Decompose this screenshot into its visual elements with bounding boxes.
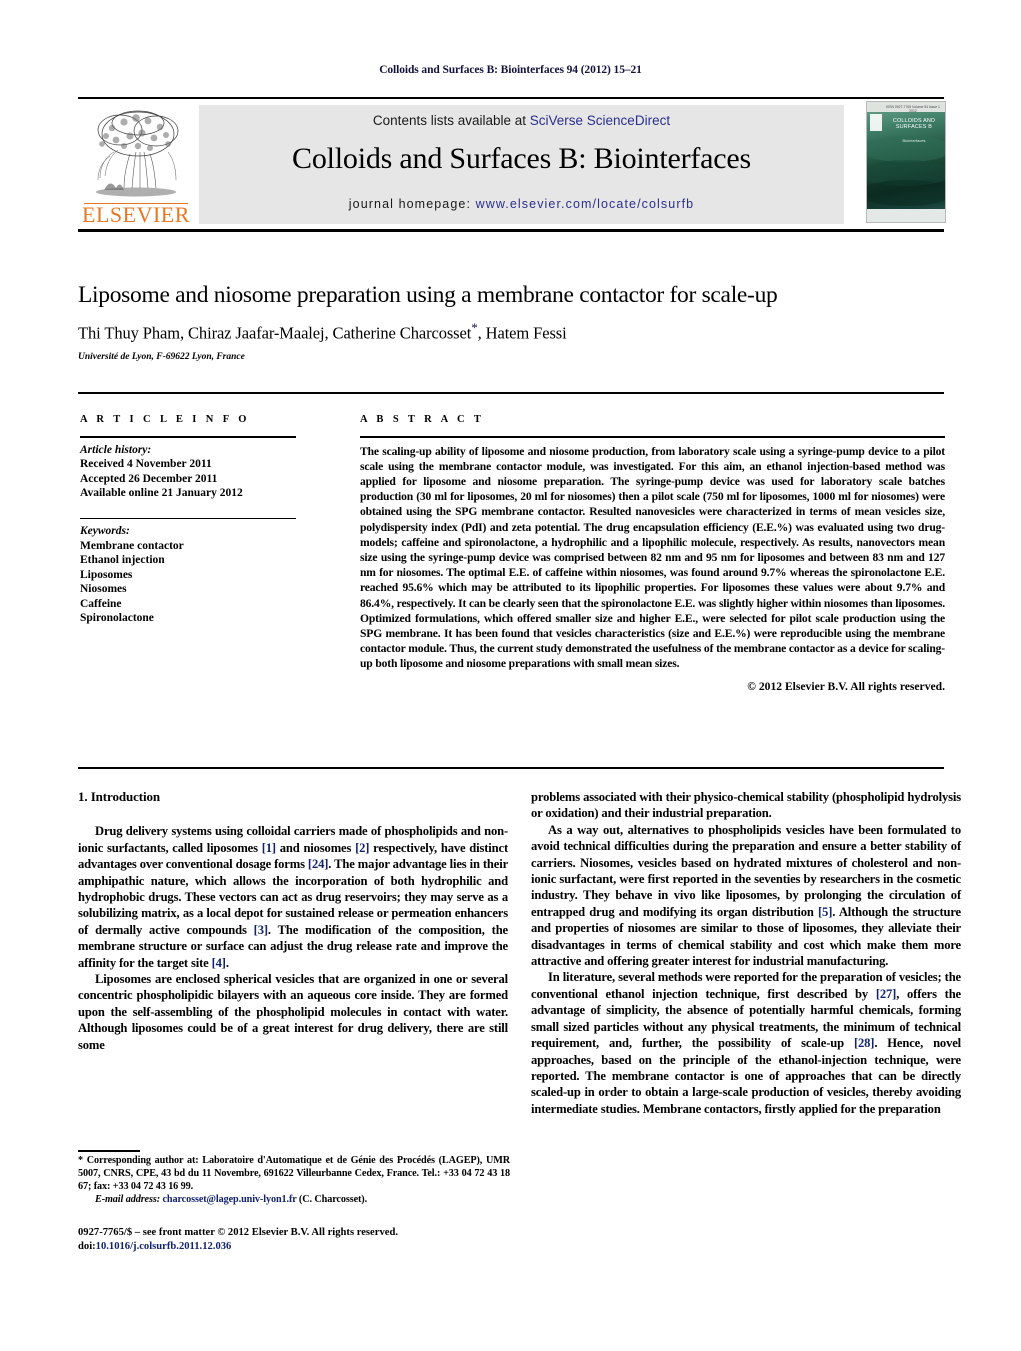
body-paragraph: Drug delivery systems using colloidal ca… xyxy=(78,824,509,970)
elsevier-tree-icon xyxy=(96,110,179,197)
article-history-rule xyxy=(80,436,296,438)
journal-homepage-link[interactable]: www.elsevier.com/locate/colsurfb xyxy=(476,197,695,211)
masthead-top-rule xyxy=(78,97,944,99)
homepage-prefix: journal homepage: xyxy=(348,197,476,211)
journal-cover-thumbnail: ISSN 0927-7765 Volume 94 Issue 1 2012 CO… xyxy=(866,101,946,223)
imprint-block: 0927-7765/$ – see front matter © 2012 El… xyxy=(78,1226,528,1254)
citation-ref[interactable]: [24] xyxy=(308,857,329,871)
elsevier-wordmark: ELSEVIER xyxy=(82,202,190,227)
doi-line: doi:10.1016/j.colsurfb.2011.12.036 xyxy=(78,1240,528,1254)
footnote-address: * Corresponding author at: Laboratoire d… xyxy=(78,1155,510,1192)
journal-homepage-line: journal homepage: www.elsevier.com/locat… xyxy=(199,197,844,211)
issn-line: 0927-7765/$ – see front matter © 2012 El… xyxy=(78,1227,398,1238)
citation-ref[interactable]: [3] xyxy=(254,923,268,937)
authors-names-tail: , Hatem Fessi xyxy=(477,323,567,343)
running-head: Colloids and Surfaces B: Biointerfaces 9… xyxy=(379,64,642,76)
email-owner: (C. Charcosset). xyxy=(296,1194,368,1205)
keywords-rule xyxy=(80,517,296,519)
cover-elsevier-mark xyxy=(870,114,882,131)
footnote-email-line: E-mail address: charcosset@lagep.univ-ly… xyxy=(78,1193,510,1206)
email-link[interactable]: charcosset@lagep.univ-lyon1.fr xyxy=(162,1194,296,1205)
contents-lists-line: Contents lists available at SciVerse Sci… xyxy=(199,113,844,128)
abstract-copyright: © 2012 Elsevier B.V. All rights reserved… xyxy=(747,679,945,693)
citation-ref[interactable]: [27] xyxy=(876,987,897,1001)
footnote-rule xyxy=(78,1150,140,1152)
keyword-item: Ethanol injection xyxy=(80,554,165,566)
info-block-top-rule xyxy=(78,392,944,394)
author-list: Thi Thuy Pham, Chiraz Jaafar-Maalej, Cat… xyxy=(78,320,958,344)
body-paragraph: In literature, several methods were repo… xyxy=(531,970,962,1116)
body-column-left: 1. Introduction Drug delivery systems us… xyxy=(78,789,508,1053)
history-item: Available online 21 January 2012 xyxy=(80,487,243,499)
affiliation: Université de Lyon, F-69622 Lyon, France xyxy=(78,352,245,362)
abstract-rule xyxy=(360,436,945,438)
journal-title: Colloids and Surfaces B: Biointerfaces xyxy=(292,142,751,175)
body-paragraph: problems associated with their physico-c… xyxy=(531,790,961,821)
citation-ref[interactable]: [2] xyxy=(355,841,369,855)
article-info-column: Article history: Received 4 November 201… xyxy=(80,436,305,626)
info-block-bottom-rule xyxy=(78,767,944,769)
doi-label: doi: xyxy=(78,1241,96,1252)
keyword-item: Niosomes xyxy=(80,583,127,595)
abstract-heading: A B S T R A C T xyxy=(360,414,485,425)
keywords-label: Keywords: xyxy=(80,525,130,537)
citation-ref[interactable]: [28] xyxy=(854,1036,875,1050)
history-item: Received 4 November 2011 xyxy=(80,458,212,470)
article-history-label: Article history: xyxy=(80,443,152,456)
keyword-item: Liposomes xyxy=(80,568,133,581)
authors-names: Thi Thuy Pham, Chiraz Jaafar-Maalej, Cat… xyxy=(78,323,472,343)
keyword-item: Spironolactone xyxy=(80,612,154,624)
corresponding-author-footnote: * Corresponding author at: Laboratoire d… xyxy=(78,1154,510,1206)
keywords-block: Keywords: Membrane contactor Ethanol inj… xyxy=(80,524,305,626)
abstract-text: The scaling-up ability of liposome and n… xyxy=(360,444,945,671)
section-heading-introduction: 1. Introduction xyxy=(78,789,161,804)
article-history-block: Article history: Received 4 November 201… xyxy=(80,443,305,501)
article-info-heading: A R T I C L E I N F O xyxy=(80,414,250,425)
cover-bottom-band xyxy=(867,209,945,222)
body-column-right: problems associated with their physico-c… xyxy=(531,789,961,1117)
abstract-column: The scaling-up ability of liposome and n… xyxy=(360,436,945,693)
cover-swirl-3 xyxy=(867,180,945,206)
body-paragraph: Liposomes are enclosed spherical vesicle… xyxy=(78,972,508,1052)
page-title: Liposome and niosome preparation using a… xyxy=(78,282,778,308)
cover-title-text: COLLOIDS AND SURFACES B xyxy=(892,118,936,131)
body-paragraph: As a way out, alternatives to phospholip… xyxy=(531,822,961,969)
contents-prefix: Contents lists available at xyxy=(372,113,530,128)
citation-ref[interactable]: [4] xyxy=(212,956,226,970)
keyword-item: Caffeine xyxy=(80,597,122,610)
doi-link[interactable]: 10.1016/j.colsurfb.2011.12.036 xyxy=(96,1241,232,1252)
citation-ref[interactable]: [5] xyxy=(818,905,832,919)
email-address-label: E-mail address: xyxy=(95,1194,161,1205)
keyword-item: Membrane contactor xyxy=(80,539,184,552)
elsevier-logo: ELSEVIER xyxy=(80,104,192,226)
citation-ref[interactable]: [1] xyxy=(262,841,276,855)
masthead-banner: Contents lists available at SciVerse Sci… xyxy=(199,105,844,224)
history-item: Accepted 26 December 2011 xyxy=(80,472,218,485)
journal-article-page: Colloids and Surfaces B: Biointerfaces 9… xyxy=(0,0,1021,1351)
cover-header-text: ISSN 0927-7765 Volume 94 Issue 1 2012 xyxy=(886,104,940,113)
cover-subtitle-text: Biointerfaces xyxy=(902,138,926,143)
sciencedirect-link[interactable]: SciVerse ScienceDirect xyxy=(530,113,670,128)
masthead-bottom-rule xyxy=(78,229,944,232)
